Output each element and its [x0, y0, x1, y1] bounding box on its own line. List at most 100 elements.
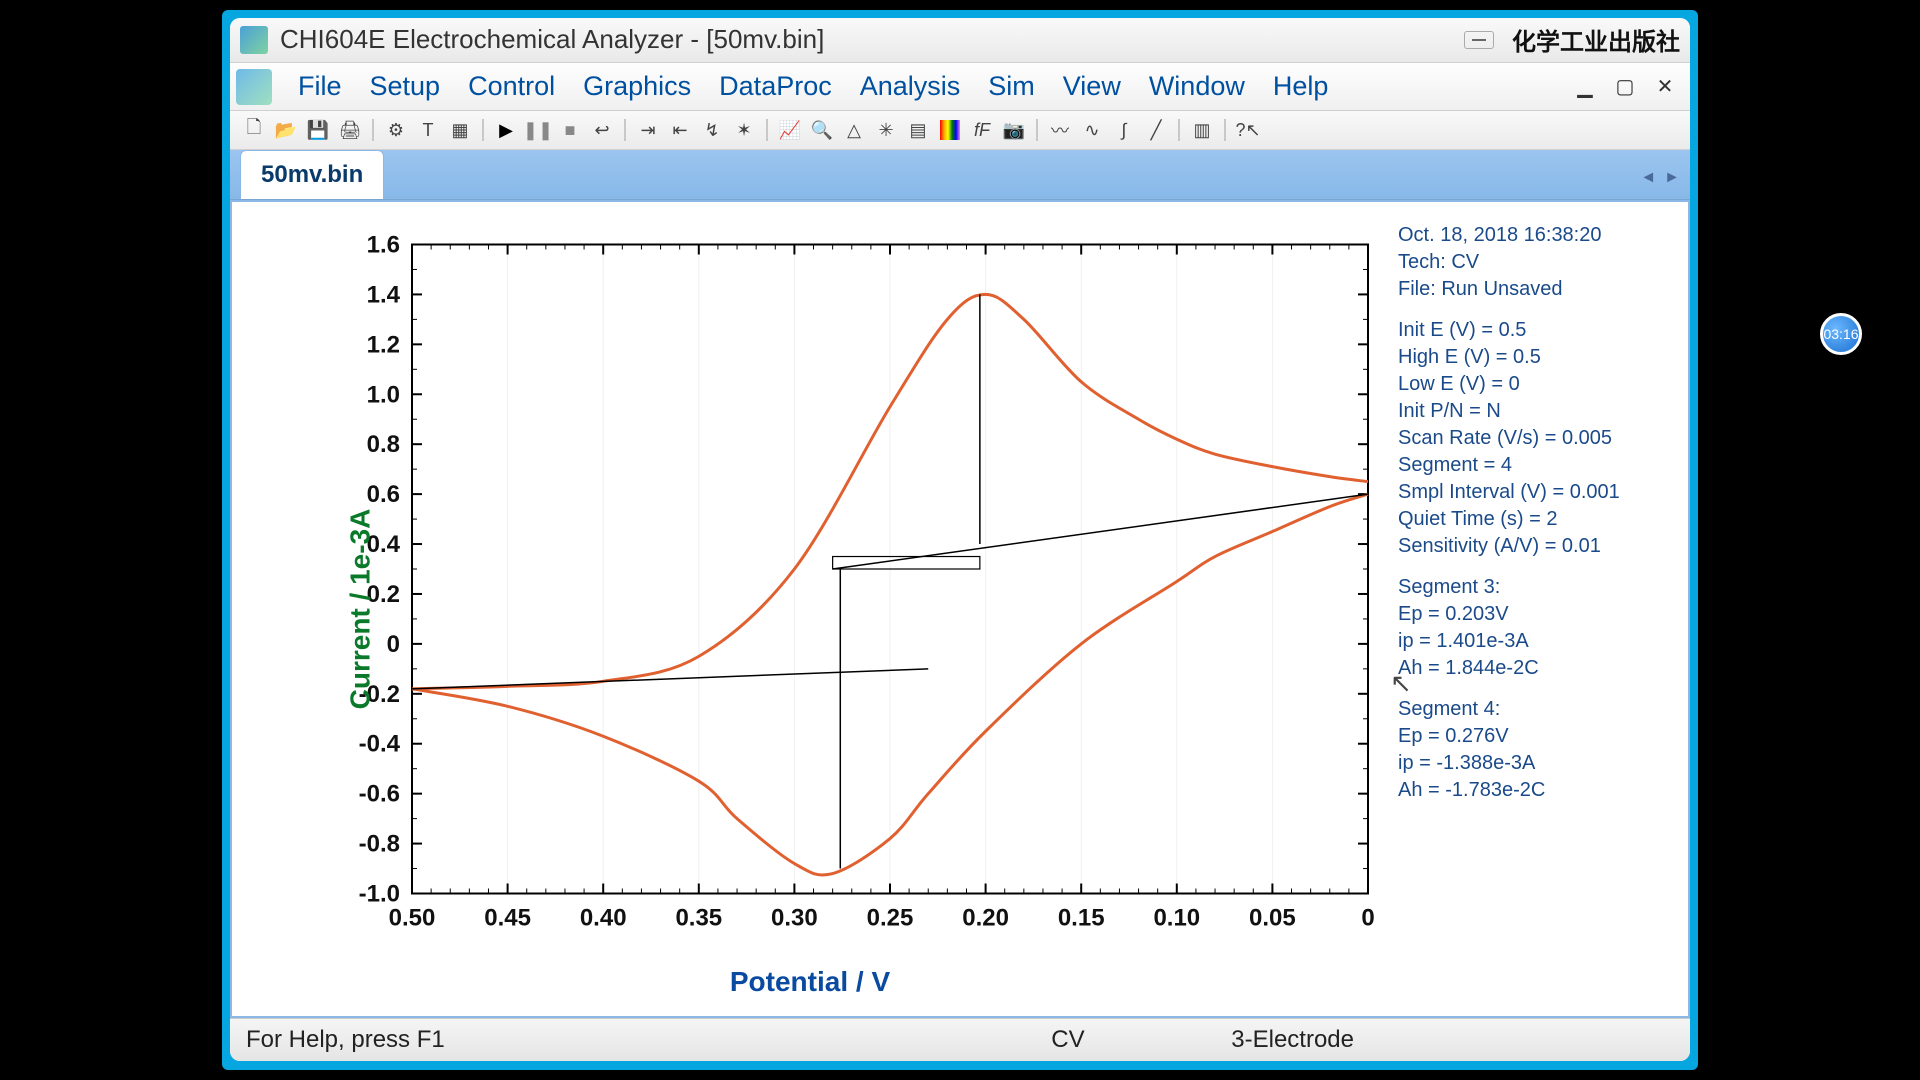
menu-view[interactable]: View [1049, 65, 1135, 108]
titlebar: CHI604E Electrochemical Analyzer - [50mv… [230, 18, 1690, 63]
technique-icon[interactable]: ⚙ [382, 117, 410, 143]
seg3-line-3: Ah = 1.844e-2C [1398, 655, 1674, 682]
whats-this-icon[interactable]: ?↖ [1234, 117, 1262, 143]
stop-icon[interactable]: ■ [556, 117, 584, 143]
new-file-icon[interactable]: 🗋 [240, 117, 268, 143]
menu-setup[interactable]: Setup [356, 65, 455, 108]
pause-icon[interactable]: ❚❚ [524, 117, 552, 143]
svg-text:-0.4: -0.4 [359, 731, 401, 758]
font-icon[interactable]: fF [968, 117, 996, 143]
peak-define-icon[interactable]: ✳ [872, 117, 900, 143]
menu-window[interactable]: Window [1135, 65, 1259, 108]
app-window: CHI604E Electrochemical Analyzer - [50mv… [230, 18, 1690, 1061]
seg4-line-1: Ep = 0.276V [1398, 723, 1674, 750]
ir-icon[interactable]: ↯ [698, 117, 726, 143]
svg-text:-0.6: -0.6 [359, 781, 400, 808]
svg-text:0: 0 [387, 631, 400, 658]
app-icon [240, 26, 268, 54]
param-line-7: Quiet Time (s) = 2 [1398, 506, 1674, 533]
integrate-icon[interactable]: ∫ [1110, 117, 1138, 143]
info-tech: Tech: CV [1398, 249, 1674, 276]
mdi-minimize-button[interactable]: ▁ [1572, 76, 1598, 98]
open-file-icon[interactable]: 📂 [272, 117, 300, 143]
color-icon[interactable] [936, 117, 964, 143]
menu-dataproc[interactable]: DataProc [705, 65, 846, 108]
menu-sim[interactable]: Sim [974, 65, 1049, 108]
baseline-icon[interactable]: ╱ [1142, 117, 1170, 143]
svg-text:0.05: 0.05 [1249, 905, 1296, 932]
x-axis-label: Potential / V [730, 966, 890, 998]
svg-text:0.50: 0.50 [389, 905, 436, 932]
svg-text:1.4: 1.4 [367, 282, 401, 309]
data-view-icon[interactable]: ▥ [1188, 117, 1216, 143]
menu-help[interactable]: Help [1259, 65, 1343, 108]
print-icon[interactable]: 🖨 [336, 117, 364, 143]
menu-control[interactable]: Control [454, 65, 569, 108]
svg-text:0.6: 0.6 [367, 481, 400, 508]
param-line-2: Low E (V) = 0 [1398, 371, 1674, 398]
svg-text:-0.8: -0.8 [359, 831, 400, 858]
publisher-label: 化学工业出版社 [1512, 22, 1680, 57]
menubar: FileSetupControlGraphicsDataProcAnalysis… [230, 63, 1690, 112]
seg3-line-1: Ep = 0.203V [1398, 601, 1674, 628]
svg-text:-1.0: -1.0 [359, 881, 400, 908]
svg-text:0.15: 0.15 [1058, 905, 1105, 932]
info-datetime: Oct. 18, 2018 16:38:20 [1398, 222, 1674, 249]
svg-text:1.0: 1.0 [367, 381, 400, 408]
seg3-line-2: ip = 1.401e-3A [1398, 628, 1674, 655]
svg-text:1.2: 1.2 [367, 332, 400, 359]
tab-next-icon[interactable]: ► [1664, 169, 1680, 187]
seg3-line-0: Segment 3: [1398, 574, 1674, 601]
seg4-line-3: Ah = -1.783e-2C [1398, 777, 1674, 804]
repeat-icon[interactable]: ↩ [588, 117, 616, 143]
run-icon[interactable]: ▶ [492, 117, 520, 143]
data-list-icon[interactable]: ▤ [904, 117, 932, 143]
minimize-box-icon[interactable] [1464, 31, 1494, 49]
timestamp-text: 03:16 [1823, 326, 1858, 342]
svg-text:0.30: 0.30 [771, 905, 818, 932]
text-tool-icon[interactable]: T [414, 117, 442, 143]
derivative-icon[interactable]: ∿ [1078, 117, 1106, 143]
parameters-icon[interactable]: ▦ [446, 117, 474, 143]
info-panel: Oct. 18, 2018 16:38:20 Tech: CV File: Ru… [1388, 202, 1688, 1016]
status-electrode: 3-Electrode [1231, 1026, 1354, 1054]
param-line-3: Init P/N = N [1398, 398, 1674, 425]
param-line-0: Init E (V) = 0.5 [1398, 317, 1674, 344]
document-tabstrip: 50mv.bin ◄ ► [230, 150, 1690, 200]
y-axis-label: Current / 1e-3A [344, 509, 376, 710]
svg-text:0.8: 0.8 [367, 431, 400, 458]
tab-document[interactable]: 50mv.bin [240, 150, 384, 199]
filter-icon[interactable]: ✶ [730, 117, 758, 143]
copy-graph-icon[interactable]: 📷 [1000, 117, 1028, 143]
svg-text:0.10: 0.10 [1153, 905, 1200, 932]
status-help: For Help, press F1 [246, 1026, 991, 1054]
cv-chart: -1.0-0.8-0.6-0.4-0.200.20.40.60.81.01.21… [282, 222, 1388, 996]
param-line-1: High E (V) = 0.5 [1398, 344, 1674, 371]
status-technique: CV [1051, 1026, 1171, 1054]
save-icon[interactable]: 💾 [304, 117, 332, 143]
svg-text:0.25: 0.25 [867, 905, 914, 932]
mdi-close-button[interactable]: ✕ [1652, 76, 1678, 98]
graph-options-icon[interactable]: 📈 [776, 117, 804, 143]
zoom-icon[interactable]: 🔍 [808, 117, 836, 143]
statusbar: For Help, press F1 CV 3-Electrode [230, 1018, 1690, 1061]
tab-prev-icon[interactable]: ◄ [1640, 169, 1656, 187]
timestamp-badge: 03:16 [1820, 313, 1862, 355]
seg4-line-2: ip = -1.388e-3A [1398, 750, 1674, 777]
content-area: Current / 1e-3A -1.0-0.8-0.6-0.4-0.200.2… [230, 200, 1690, 1018]
step-icon[interactable]: ⇥ [634, 117, 662, 143]
svg-text:0.20: 0.20 [962, 905, 1009, 932]
svg-text:0.35: 0.35 [675, 905, 722, 932]
mdi-restore-button[interactable]: ▢ [1612, 76, 1638, 98]
menu-graphics[interactable]: Graphics [569, 65, 705, 108]
svg-text:1.6: 1.6 [367, 232, 400, 259]
zero-icon[interactable]: ⇤ [666, 117, 694, 143]
menu-analysis[interactable]: Analysis [846, 65, 975, 108]
smooth-icon[interactable]: 〰 [1046, 117, 1074, 143]
menu-file[interactable]: File [284, 65, 356, 108]
peak-icon[interactable]: △ [840, 117, 868, 143]
window-title: CHI604E Electrochemical Analyzer - [50mv… [280, 24, 1464, 55]
svg-text:0.40: 0.40 [580, 905, 627, 932]
info-file: File: Run Unsaved [1398, 276, 1674, 303]
toolbar: 🗋 📂 💾 🖨 ⚙ T ▦ ▶ ❚❚ ■ ↩ ⇥ ⇤ ↯ ✶ 📈 🔍 △ ✳ ▤ [230, 111, 1690, 150]
